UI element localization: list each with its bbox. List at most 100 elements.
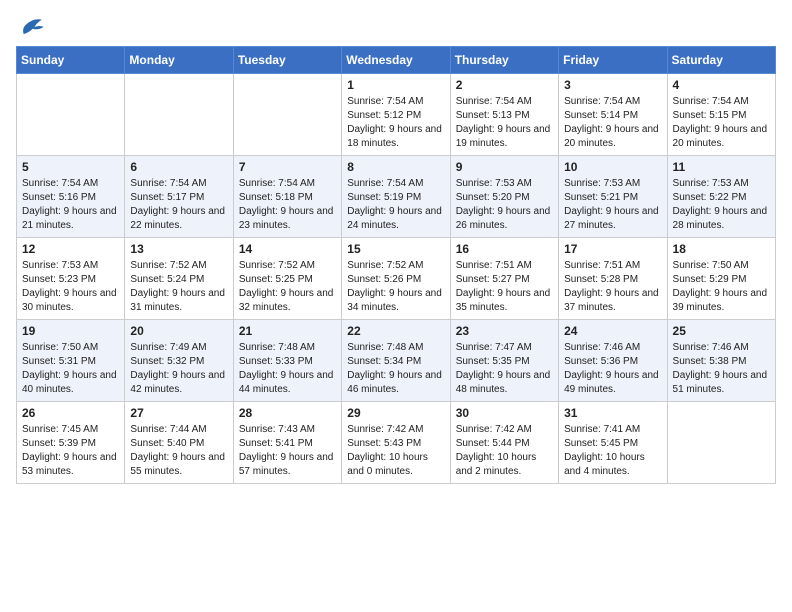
day-info: Sunrise: 7:51 AMSunset: 5:27 PMDaylight:… [456, 259, 553, 315]
day-info: Sunrise: 7:52 AMSunset: 5:26 PMDaylight:… [347, 259, 444, 315]
day-info: Sunrise: 7:51 AMSunset: 5:28 PMDaylight:… [564, 259, 661, 315]
day-number: 17 [564, 242, 661, 256]
day-cell [233, 74, 341, 156]
week-row-2: 5 Sunrise: 7:54 AMSunset: 5:16 PMDaylight… [17, 156, 776, 238]
day-number: 12 [22, 242, 119, 256]
day-number: 9 [456, 160, 553, 174]
day-info: Sunrise: 7:49 AMSunset: 5:32 PMDaylight:… [130, 341, 227, 397]
day-info: Sunrise: 7:46 AMSunset: 5:38 PMDaylight:… [673, 341, 770, 397]
day-number: 19 [22, 324, 119, 338]
day-cell: 6 Sunrise: 7:54 AMSunset: 5:17 PMDaylight… [125, 156, 233, 238]
day-number: 20 [130, 324, 227, 338]
day-cell [125, 74, 233, 156]
day-cell [667, 402, 775, 484]
day-number: 27 [130, 406, 227, 420]
day-info: Sunrise: 7:54 AMSunset: 5:18 PMDaylight:… [239, 177, 336, 233]
weekday-header-row: SundayMondayTuesdayWednesdayThursdayFrid… [17, 47, 776, 74]
day-cell: 15 Sunrise: 7:52 AMSunset: 5:26 PMDayligh… [342, 238, 450, 320]
day-cell: 9 Sunrise: 7:53 AMSunset: 5:20 PMDaylight… [450, 156, 558, 238]
day-cell: 7 Sunrise: 7:54 AMSunset: 5:18 PMDaylight… [233, 156, 341, 238]
day-cell: 5 Sunrise: 7:54 AMSunset: 5:16 PMDaylight… [17, 156, 125, 238]
day-cell: 25Sunrise: 7:46 AMSunset: 5:38 PMDayligh… [667, 320, 775, 402]
day-info: Sunrise: 7:52 AMSunset: 5:25 PMDaylight:… [239, 259, 336, 315]
weekday-header-wednesday: Wednesday [342, 47, 450, 74]
day-cell: 8 Sunrise: 7:54 AMSunset: 5:19 PMDaylight… [342, 156, 450, 238]
day-info: Sunrise: 7:53 AMSunset: 5:23 PMDaylight:… [22, 259, 119, 315]
day-number: 29 [347, 406, 444, 420]
day-info: Sunrise: 7:53 AMSunset: 5:20 PMDaylight:… [456, 177, 553, 233]
day-info: Sunrise: 7:54 AMSunset: 5:13 PMDaylight:… [456, 95, 553, 151]
day-cell: 23 Sunrise: 7:47 AMSunset: 5:35 PMDayligh… [450, 320, 558, 402]
day-cell: 17 Sunrise: 7:51 AMSunset: 5:28 PMDayligh… [559, 238, 667, 320]
day-cell: 27 Sunrise: 7:44 AMSunset: 5:40 PMDayligh… [125, 402, 233, 484]
day-info: Sunrise: 7:53 AMSunset: 5:22 PMDaylight:… [673, 177, 770, 233]
day-number: 6 [130, 160, 227, 174]
day-number: 15 [347, 242, 444, 256]
day-info: Sunrise: 7:54 AMSunset: 5:19 PMDaylight:… [347, 177, 444, 233]
day-number: 8 [347, 160, 444, 174]
day-cell: 20 Sunrise: 7:49 AMSunset: 5:32 PMDayligh… [125, 320, 233, 402]
logo-icon [16, 16, 44, 36]
day-number: 18 [673, 242, 770, 256]
day-cell: 24 Sunrise: 7:46 AMSunset: 5:36 PMDayligh… [559, 320, 667, 402]
day-info: Sunrise: 7:54 AMSunset: 5:12 PMDaylight:… [347, 95, 444, 151]
day-cell: 16Sunrise: 7:51 AMSunset: 5:27 PMDayligh… [450, 238, 558, 320]
day-number: 30 [456, 406, 553, 420]
day-info: Sunrise: 7:46 AMSunset: 5:36 PMDaylight:… [564, 341, 661, 397]
day-info: Sunrise: 7:54 AMSunset: 5:17 PMDaylight:… [130, 177, 227, 233]
day-info: Sunrise: 7:41 AMSunset: 5:45 PMDaylight:… [564, 423, 661, 479]
weekday-header-thursday: Thursday [450, 47, 558, 74]
day-number: 4 [673, 78, 770, 92]
day-cell: 21Sunrise: 7:48 AMSunset: 5:33 PMDayligh… [233, 320, 341, 402]
day-number: 10 [564, 160, 661, 174]
day-cell: 19Sunrise: 7:50 AMSunset: 5:31 PMDayligh… [17, 320, 125, 402]
day-info: Sunrise: 7:43 AMSunset: 5:41 PMDaylight:… [239, 423, 336, 479]
day-number: 14 [239, 242, 336, 256]
day-cell: 29 Sunrise: 7:42 AMSunset: 5:43 PMDayligh… [342, 402, 450, 484]
week-row-4: 19Sunrise: 7:50 AMSunset: 5:31 PMDayligh… [17, 320, 776, 402]
day-cell: 13Sunrise: 7:52 AMSunset: 5:24 PMDayligh… [125, 238, 233, 320]
day-number: 7 [239, 160, 336, 174]
day-number: 21 [239, 324, 336, 338]
day-cell: 3 Sunrise: 7:54 AMSunset: 5:14 PMDaylight… [559, 74, 667, 156]
day-info: Sunrise: 7:54 AMSunset: 5:16 PMDaylight:… [22, 177, 119, 233]
day-number: 1 [347, 78, 444, 92]
day-number: 3 [564, 78, 661, 92]
week-row-1: 1 Sunrise: 7:54 AMSunset: 5:12 PMDaylight… [17, 74, 776, 156]
weekday-header-tuesday: Tuesday [233, 47, 341, 74]
day-cell: 30 Sunrise: 7:42 AMSunset: 5:44 PMDayligh… [450, 402, 558, 484]
day-cell [17, 74, 125, 156]
day-info: Sunrise: 7:54 AMSunset: 5:14 PMDaylight:… [564, 95, 661, 151]
day-number: 2 [456, 78, 553, 92]
week-row-5: 26 Sunrise: 7:45 AMSunset: 5:39 PMDayligh… [17, 402, 776, 484]
day-cell: 22 Sunrise: 7:48 AMSunset: 5:34 PMDayligh… [342, 320, 450, 402]
day-number: 26 [22, 406, 119, 420]
day-number: 24 [564, 324, 661, 338]
weekday-header-friday: Friday [559, 47, 667, 74]
day-info: Sunrise: 7:47 AMSunset: 5:35 PMDaylight:… [456, 341, 553, 397]
day-info: Sunrise: 7:45 AMSunset: 5:39 PMDaylight:… [22, 423, 119, 479]
day-cell: 28 Sunrise: 7:43 AMSunset: 5:41 PMDayligh… [233, 402, 341, 484]
day-number: 28 [239, 406, 336, 420]
day-cell: 2 Sunrise: 7:54 AMSunset: 5:13 PMDaylight… [450, 74, 558, 156]
day-cell: 26 Sunrise: 7:45 AMSunset: 5:39 PMDayligh… [17, 402, 125, 484]
day-info: Sunrise: 7:42 AMSunset: 5:44 PMDaylight:… [456, 423, 553, 479]
day-cell: 18Sunrise: 7:50 AMSunset: 5:29 PMDayligh… [667, 238, 775, 320]
logo [16, 16, 48, 36]
day-info: Sunrise: 7:54 AMSunset: 5:15 PMDaylight:… [673, 95, 770, 151]
day-number: 5 [22, 160, 119, 174]
day-number: 11 [673, 160, 770, 174]
day-info: Sunrise: 7:44 AMSunset: 5:40 PMDaylight:… [130, 423, 227, 479]
day-info: Sunrise: 7:48 AMSunset: 5:34 PMDaylight:… [347, 341, 444, 397]
day-cell: 12 Sunrise: 7:53 AMSunset: 5:23 PMDayligh… [17, 238, 125, 320]
day-cell: 14 Sunrise: 7:52 AMSunset: 5:25 PMDayligh… [233, 238, 341, 320]
calendar-table: SundayMondayTuesdayWednesdayThursdayFrid… [16, 46, 776, 484]
day-number: 13 [130, 242, 227, 256]
day-cell: 31 Sunrise: 7:41 AMSunset: 5:45 PMDayligh… [559, 402, 667, 484]
day-number: 31 [564, 406, 661, 420]
page-header [16, 16, 776, 36]
day-number: 22 [347, 324, 444, 338]
day-number: 23 [456, 324, 553, 338]
weekday-header-monday: Monday [125, 47, 233, 74]
day-info: Sunrise: 7:42 AMSunset: 5:43 PMDaylight:… [347, 423, 444, 479]
